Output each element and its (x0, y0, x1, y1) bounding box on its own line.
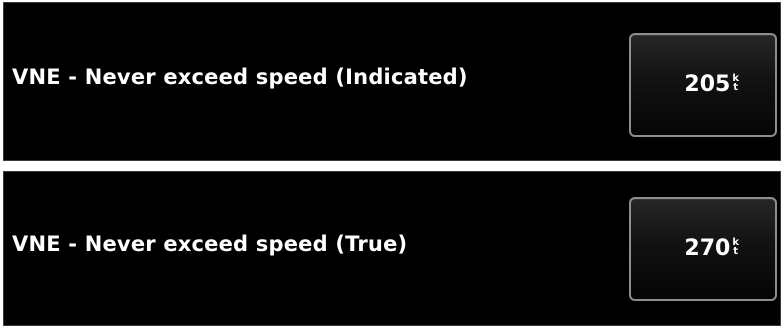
vne-indicated-value: 205 (684, 72, 731, 97)
vne-true-value: 270 (684, 236, 731, 261)
vne-true-value-display: 270 k t (684, 235, 739, 263)
vne-true-value-button[interactable]: 270 k t (629, 197, 777, 301)
vne-indicated-value-button[interactable]: 205 k t (629, 33, 777, 137)
vne-indicated-label: VNE - Never exceed speed (Indicated) (12, 65, 468, 89)
vne-indicated-value-display: 205 k t (684, 71, 739, 99)
knots-unit: k t (732, 74, 739, 93)
knots-unit: k t (732, 238, 739, 257)
unit-bottom: t (733, 82, 739, 93)
settings-screen: VNE - Never exceed speed (Indicated) 205… (0, 0, 784, 329)
vne-indicated-row: VNE - Never exceed speed (Indicated) 205… (3, 2, 781, 161)
vne-true-row: VNE - Never exceed speed (True) 270 k t (3, 171, 781, 326)
unit-bottom: t (733, 246, 739, 257)
vne-true-label: VNE - Never exceed speed (True) (12, 232, 408, 256)
